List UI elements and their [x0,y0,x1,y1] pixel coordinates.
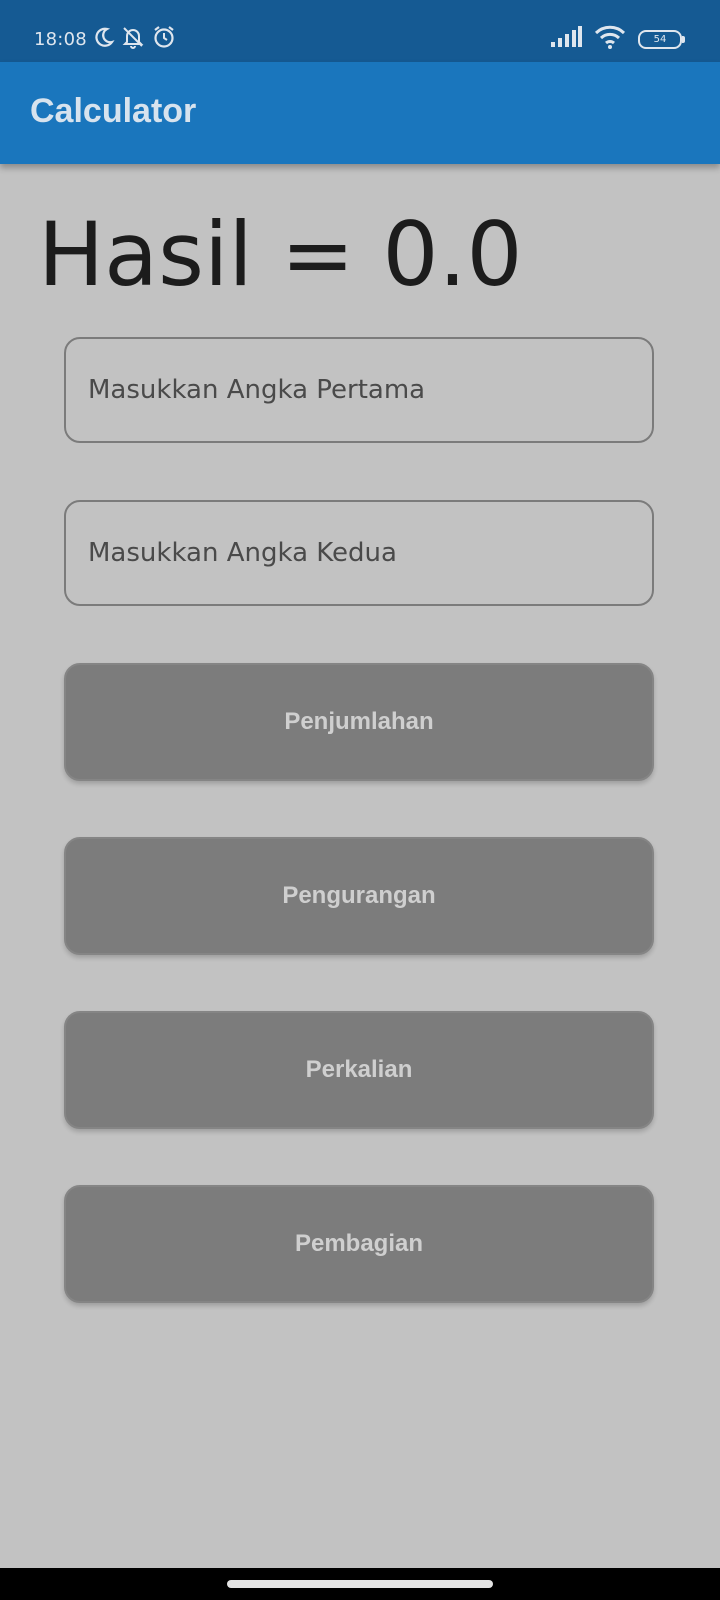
addition-button[interactable]: Penjumlahan [64,663,654,781]
first-number-field[interactable] [64,337,654,443]
second-number-input[interactable] [66,502,652,604]
signal-icon [550,25,582,53]
battery-level: 54 [653,33,667,45]
calculator-screen: 18:08 54 Calculator Hasil = 0.0 Masukkan… [0,0,720,1600]
division-button[interactable]: Pembagian [64,1185,654,1303]
status-right: 54 [550,22,685,56]
app-bar: Calculator [0,62,720,164]
second-number-field[interactable] [64,500,654,606]
notifications-off-icon [121,25,145,54]
moon-icon [93,26,115,53]
result-text: Hasil = 0.0 [38,203,523,306]
home-gesture-handle[interactable] [227,1580,493,1588]
battery-icon: 54 [638,29,685,49]
app-title: Calculator [30,92,197,130]
navigation-bar [0,1568,720,1600]
first-number-input[interactable] [66,339,652,441]
subtraction-button[interactable]: Pengurangan [64,837,654,955]
wifi-icon [594,25,626,54]
multiplication-button[interactable]: Perkalian [64,1011,654,1129]
status-time: 18:08 [34,28,87,50]
alarm-icon [151,24,177,55]
status-bar: 18:08 54 [0,0,720,62]
status-left: 18:08 [34,22,177,56]
